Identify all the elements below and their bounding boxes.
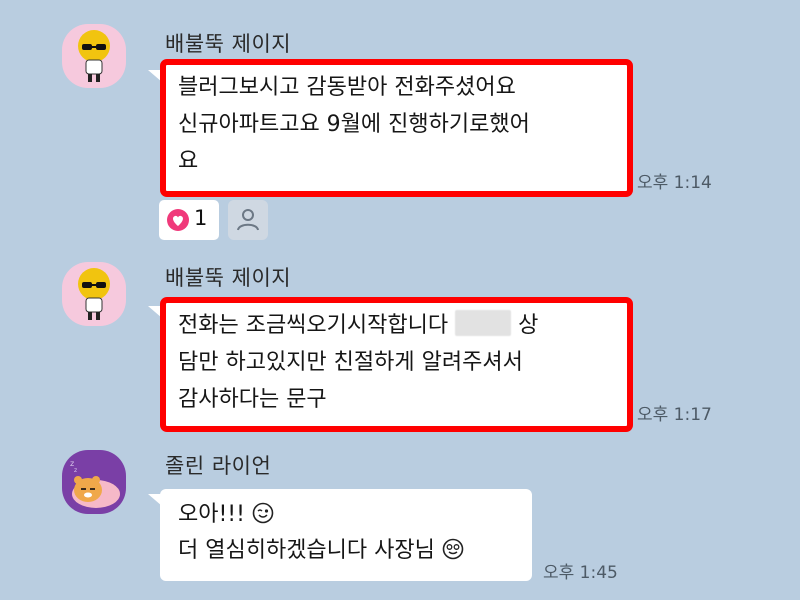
sender-avatar[interactable]: [62, 24, 126, 88]
message-bubble[interactable]: 오아!!! 더 열심히하겠습니다 사장님: [160, 489, 532, 581]
message-line: 담만 하고있지만 친절하게 알려주셔서: [178, 350, 523, 375]
sender-avatar[interactable]: [62, 262, 126, 326]
sender-name: 배불뚝 제이지: [165, 32, 292, 56]
message-bubble-highlighted[interactable]: 블러그보시고 감동받아 전화주셨어요 신규아파트고요 9월에 진행하기로했어 요: [160, 59, 633, 197]
sender-name: 졸린 라이언: [165, 454, 272, 478]
message-text: 오아!!!: [178, 502, 245, 527]
like-count: 1: [194, 206, 208, 230]
message-time: 오후 1:17: [637, 405, 712, 425]
message-bubble-highlighted[interactable]: 전화는 조금씩오기시작합니다 상 담만 하고있지만 친절하게 알려주셔서 감사하…: [160, 297, 633, 432]
message-line: 감사하다는 문구: [178, 387, 327, 412]
message-line: 오아!!!: [178, 497, 514, 533]
heart-icon: [167, 209, 189, 231]
like-reaction[interactable]: 1: [159, 200, 219, 240]
message-text: 더 열심히하겠습니다 사장님: [178, 538, 435, 563]
message-line: 요: [178, 149, 199, 174]
message-text: 상: [518, 313, 539, 338]
person-icon: [237, 209, 259, 231]
message-text: 전화는 조금씩오기시작합니다: [178, 313, 449, 338]
sender-name: 배불뚝 제이지: [165, 266, 292, 290]
message-line: 더 열심히하겠습니다 사장님: [178, 533, 514, 569]
wink-emoji-icon: [252, 500, 274, 524]
message-time: 오후 1:45: [543, 563, 618, 583]
muzi-avatar-icon: [78, 268, 110, 320]
message-line: 신규아파트고요 9월에 진행하기로했어: [178, 112, 530, 137]
add-reaction-button[interactable]: [228, 200, 268, 240]
svg-text:z: z: [74, 467, 77, 474]
smiling-emoji-icon: [442, 536, 464, 560]
redacted-text: [455, 310, 512, 336]
sender-avatar[interactable]: z z: [62, 450, 126, 514]
message-line: 블러그보시고 감동받아 전화주셨어요: [178, 75, 516, 100]
message-time: 오후 1:14: [637, 173, 712, 193]
message-line: 전화는 조금씩오기시작합니다 상: [178, 307, 615, 344]
muzi-avatar-icon: [78, 30, 110, 82]
ryan-avatar-icon: z z: [70, 459, 120, 508]
